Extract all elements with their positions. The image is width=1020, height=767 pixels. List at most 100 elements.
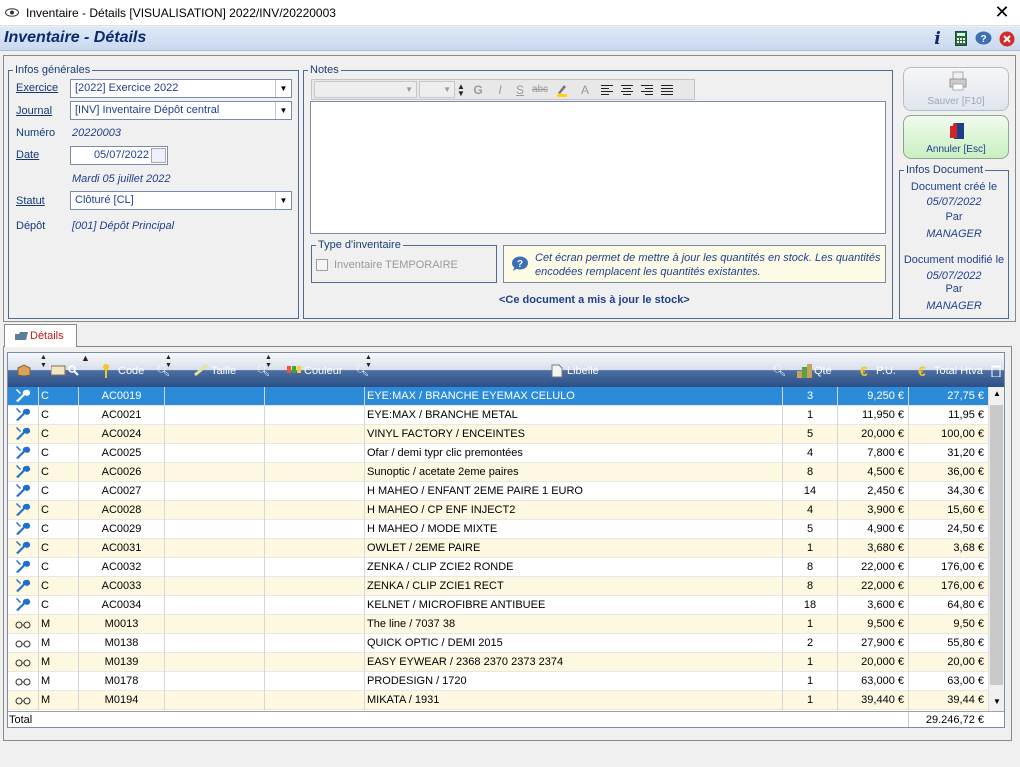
- vertical-scrollbar[interactable]: ▲ ▼: [988, 387, 1004, 711]
- row-empty-cell: [265, 558, 365, 577]
- save-button[interactable]: Sauver [F10]: [903, 67, 1009, 111]
- align-right-icon[interactable]: [637, 81, 657, 98]
- align-justify-icon[interactable]: [657, 81, 677, 98]
- calculator-icon[interactable]: [952, 30, 969, 47]
- scroll-down-icon[interactable]: ▼: [993, 697, 1001, 706]
- row-libelle: ZENKA / CLIP ZCIE2 RONDE: [365, 558, 783, 577]
- chevron-down-icon[interactable]: ▼: [275, 102, 291, 119]
- col-couleur[interactable]: Couleur: [304, 364, 343, 378]
- table-row[interactable]: C AC0027 H MAHEO / ENFANT 2EME PAIRE 1 EUR…: [8, 482, 989, 501]
- sort-arrows-icon[interactable]: ▲ ▼: [40, 354, 47, 370]
- exercice-value: [2022] Exercice 2022: [75, 82, 179, 94]
- row-type: C: [39, 596, 79, 615]
- modified-label: Document modifié le: [903, 254, 1005, 266]
- help-icon[interactable]: ?: [975, 30, 992, 47]
- scroll-up-icon[interactable]: ▲: [993, 389, 1001, 398]
- col-code[interactable]: Code: [118, 364, 144, 378]
- table-row[interactable]: C AC0031 OWLET / 2EME PAIRE 1 3,680 €3,68 €: [8, 539, 989, 558]
- info-icon[interactable]: i: [929, 29, 946, 49]
- search-icon[interactable]: 🔍︎: [156, 364, 170, 378]
- table-row[interactable]: C AC0029 H MAHEO / MODE MIXTE 5 4,900 €24,50…: [8, 520, 989, 539]
- table-row[interactable]: C AC0026 Sunoptic / acetate 2eme paires 8 4,…: [8, 463, 989, 482]
- search-icon[interactable]: 🔍︎: [256, 364, 270, 378]
- tools-icon: [8, 577, 39, 596]
- cancel-button[interactable]: Annuler [Esc]: [903, 115, 1009, 159]
- journal-select[interactable]: [INV] Inventaire Dépôt central ▼: [70, 101, 292, 120]
- row-pu: 11,950 €: [838, 406, 909, 425]
- notes-textarea[interactable]: [310, 101, 886, 234]
- italic-icon[interactable]: I: [489, 81, 511, 98]
- row-total: 34,30 €: [909, 482, 989, 501]
- row-total: 36,00 €: [909, 463, 989, 482]
- row-empty-cell: [265, 577, 365, 596]
- table-row[interactable]: C AC0021 EYE:MAX / BRANCHE METAL 1 11,950 €1…: [8, 406, 989, 425]
- trash-icon[interactable]: [991, 364, 1001, 378]
- list-search-icon[interactable]: [50, 364, 81, 378]
- highlight-icon[interactable]: [551, 81, 573, 98]
- search-icon[interactable]: 🔍︎: [772, 364, 786, 378]
- row-empty-cell: [265, 387, 365, 406]
- font-size-spinner[interactable]: ▲ ▼: [455, 81, 467, 98]
- chevron-down-icon[interactable]: ▼: [275, 80, 291, 97]
- row-total: 64,80 €: [909, 596, 989, 615]
- folder-icon: [15, 332, 28, 340]
- details-grid: ▲ ▼ ▲ ▲ ▼ ▲ ▼ ▲ ▼ Code 🔍︎ Taille 🔍︎ Couleur …: [7, 352, 1005, 728]
- row-type: M: [39, 691, 79, 710]
- row-qte: 2: [783, 634, 838, 653]
- calendar-icon[interactable]: [151, 148, 166, 163]
- temporaire-checkbox[interactable]: [316, 259, 328, 271]
- font-family-select[interactable]: ▼: [314, 81, 417, 98]
- table-row[interactable]: C AC0028 H MAHEO / CP ENF INJECT2 4 3,900 €1…: [8, 501, 989, 520]
- type-inventaire-legend: Type d'inventaire: [318, 239, 401, 251]
- date-field[interactable]: 05/07/2022: [70, 146, 168, 165]
- col-libelle[interactable]: Libellé: [567, 364, 599, 378]
- close-red-icon[interactable]: [998, 30, 1015, 47]
- table-row[interactable]: M M0013 The line / 7037 38 1 9,500 €9,50 €: [8, 615, 989, 634]
- table-row[interactable]: M M0194 MIKATA / 1931 1 39,440 €39,44 €: [8, 691, 989, 710]
- temporaire-label: Inventaire TEMPORAIRE: [334, 259, 458, 271]
- table-row[interactable]: C AC0033 ZENKA / CLIP ZCIE1 RECT 8 22,000 €1…: [8, 577, 989, 596]
- align-left-icon[interactable]: [597, 81, 617, 98]
- align-center-icon[interactable]: [617, 81, 637, 98]
- col-pu[interactable]: P.U.: [876, 364, 896, 378]
- col-qte[interactable]: Qté: [814, 364, 832, 378]
- table-row[interactable]: M M0139 EASY EYWEAR / 2368 2370 2373 2374 1…: [8, 653, 989, 672]
- table-row[interactable]: M M0178 PRODESIGN / 1720 1 63,000 €63,00 €: [8, 672, 989, 691]
- table-row[interactable]: C AC0024 VINYL FACTORY / ENCEINTES 5 20,000 …: [8, 425, 989, 444]
- strikethrough-icon[interactable]: abc: [529, 81, 551, 98]
- font-color-icon[interactable]: A: [573, 81, 597, 98]
- sort-up-icon[interactable]: ▲: [81, 354, 90, 363]
- tab-details[interactable]: Détails: [4, 324, 77, 347]
- statut-select[interactable]: Clôturé [CL] ▼: [70, 191, 292, 210]
- glasses-icon: [8, 672, 39, 691]
- table-row[interactable]: C AC0032 ZENKA / CLIP ZCIE2 RONDE 8 22,000 €…: [8, 558, 989, 577]
- row-type: C: [39, 444, 79, 463]
- tools-icon: [8, 425, 39, 444]
- exercice-select[interactable]: [2022] Exercice 2022 ▼: [70, 79, 292, 98]
- table-row[interactable]: C AC0019 EYE:MAX / BRANCHE EYEMAX CELULO 3 9…: [8, 387, 989, 406]
- row-qte: 18: [783, 596, 838, 615]
- row-pu: 2,450 €: [838, 482, 909, 501]
- row-pu: 63,000 €: [838, 672, 909, 691]
- row-empty-cell: [165, 558, 265, 577]
- window-close-icon[interactable]: ✕: [992, 2, 1012, 22]
- underline-icon[interactable]: S: [511, 81, 529, 98]
- table-row[interactable]: M M0138 QUICK OPTIC / DEMI 2015 2 27,900 €55…: [8, 634, 989, 653]
- row-type: M: [39, 672, 79, 691]
- col-taille[interactable]: Taille: [211, 364, 236, 378]
- row-total: 39,44 €: [909, 691, 989, 710]
- row-pu: 3,900 €: [838, 501, 909, 520]
- font-size-select[interactable]: ▼: [419, 81, 455, 98]
- scrollbar-thumb[interactable]: [990, 405, 1003, 685]
- table-row[interactable]: C AC0034 KELNET / MICROFIBRE ANTIBUEE 18 3,6…: [8, 596, 989, 615]
- search-icon[interactable]: 🔍︎: [355, 364, 369, 378]
- date-value: 05/07/2022: [93, 149, 149, 161]
- row-total: 31,20 €: [909, 444, 989, 463]
- chevron-down-icon[interactable]: ▼: [275, 192, 291, 209]
- row-qte: 1: [783, 691, 838, 710]
- row-libelle: The line / 7037 38: [365, 615, 783, 634]
- row-libelle: Sunoptic / acetate 2eme paires: [365, 463, 783, 482]
- bold-icon[interactable]: G: [467, 81, 489, 98]
- col-total[interactable]: Total Htva: [934, 364, 983, 378]
- table-row[interactable]: C AC0025 Ofar / demi typr clic premontées 4…: [8, 444, 989, 463]
